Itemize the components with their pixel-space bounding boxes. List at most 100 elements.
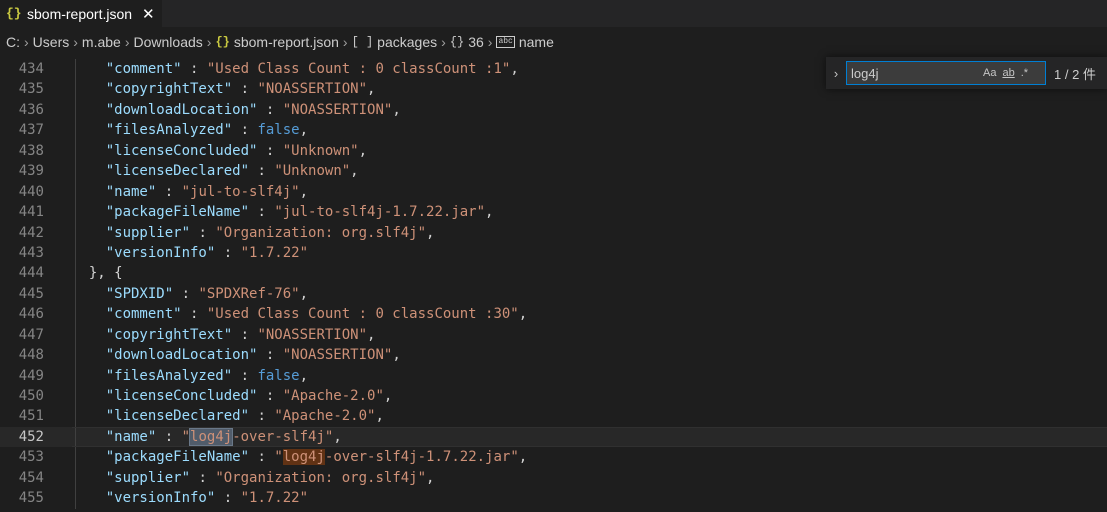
breadcrumb-separator-icon: ›	[124, 34, 130, 50]
breadcrumb-separator-icon: ›	[342, 34, 348, 50]
code-text: "versionInfo" : "1.7.22"	[105, 490, 309, 507]
breadcrumb-separator-icon: ›	[441, 34, 446, 50]
code-line[interactable]: 455 "versionInfo" : "1.7.22"	[0, 488, 1107, 509]
code-text: "comment" : "Used Class Count : 0 classC…	[105, 61, 519, 77]
code-line[interactable]: 443 "versionInfo" : "1.7.22"	[0, 242, 1107, 264]
code-text: "name" : "log4j-over-slf4j",	[105, 427, 342, 446]
code-line[interactable]: 442 "supplier" : "Organization: org.slf4…	[0, 222, 1107, 243]
breadcrumb-label: sbom-report.json	[233, 34, 339, 50]
line-number: 435	[18, 81, 44, 98]
code-text: "SPDXID" : "SPDXRef-76",	[105, 285, 309, 302]
breadcrumb-item[interactable]: Downloads	[134, 34, 203, 50]
breadcrumb-item[interactable]: {} 36	[450, 34, 484, 50]
code-text: }, {	[88, 265, 123, 282]
line-number: 443	[18, 244, 44, 261]
breadcrumb-separator-icon: ›	[487, 34, 493, 50]
line-number: 438	[18, 142, 44, 159]
code-text: "licenseDeclared" : "Unknown",	[105, 163, 359, 180]
line-number: 448	[18, 347, 44, 364]
line-number: 446	[18, 306, 44, 323]
code-text: "comment" : "Used Class Count : 0 classC…	[105, 306, 528, 323]
search-match: log4j	[189, 427, 234, 446]
tab-bar: {} sbom-report.json ✕	[0, 0, 1107, 27]
code-line[interactable]: 453 "packageFileName" : "log4j-over-slf4…	[0, 447, 1107, 468]
code-text: "packageFileName" : "jul-to-slf4j-1.7.22…	[105, 204, 494, 221]
line-number: 454	[18, 469, 44, 486]
code-line[interactable]: 446 "comment" : "Used Class Count : 0 cl…	[0, 304, 1107, 325]
line-number: 453	[18, 449, 44, 466]
breadcrumb-label: Downloads	[133, 34, 203, 50]
find-input-box: Aa ab .*	[846, 61, 1046, 85]
whole-word-icon[interactable]: ab	[1002, 67, 1014, 79]
line-number: 449	[18, 367, 44, 384]
object-icon: {}	[449, 35, 465, 49]
line-number: 445	[18, 285, 44, 302]
code-text: "copyrightText" : "NOASSERTION",	[105, 326, 376, 343]
code-text: "supplier" : "Organization: org.slf4j",	[105, 469, 435, 486]
code-text: "versionInfo" : "1.7.22"	[105, 244, 309, 261]
breadcrumb-item[interactable]: Users	[33, 34, 70, 50]
code-text: "filesAnalyzed" : false,	[105, 367, 309, 384]
code-editor[interactable]: 434 "comment" : "Used Class Count : 0 cl…	[0, 59, 1107, 512]
line-number: 441	[18, 204, 44, 221]
line-number: 442	[18, 224, 44, 241]
breadcrumb-label: packages	[377, 34, 438, 50]
breadcrumb-item[interactable]: abc name	[496, 34, 554, 50]
code-line[interactable]: 438 "licenseConcluded" : "Unknown",	[0, 140, 1107, 162]
code-line[interactable]: 451 "licenseDeclared" : "Apache-2.0",	[0, 406, 1107, 427]
code-text: "name" : "jul-to-slf4j",	[105, 183, 309, 200]
editor-tab[interactable]: {} sbom-report.json ✕	[0, 0, 162, 27]
tab-label: sbom-report.json	[27, 5, 133, 22]
json-file-icon: {}	[215, 35, 230, 49]
breadcrumb-separator-icon: ›	[73, 34, 78, 50]
close-icon[interactable]: ✕	[142, 5, 155, 23]
code-text: "licenseConcluded" : "Unknown",	[105, 142, 368, 159]
breadcrumb-separator-icon: ›	[24, 34, 29, 50]
code-text: "supplier" : "Organization: org.slf4j",	[105, 224, 435, 241]
find-input[interactable]	[847, 65, 977, 81]
code-line[interactable]: 439 "licenseDeclared" : "Unknown",	[0, 161, 1107, 182]
match-case-icon[interactable]: Aa	[983, 67, 996, 79]
line-number: 440	[18, 183, 44, 200]
breadcrumb-item[interactable]: {} sbom-report.json	[215, 34, 338, 50]
regex-icon[interactable]: .*	[1021, 67, 1028, 79]
breadcrumb-label: 36	[468, 34, 484, 50]
line-number: 451	[18, 408, 44, 425]
code-text: "downloadLocation" : "NOASSERTION",	[105, 347, 401, 364]
code-text: "packageFileName" : "log4j-over-slf4j-1.…	[105, 449, 528, 466]
breadcrumb-label: m.abe	[81, 34, 121, 50]
breadcrumb-separator-icon: ›	[206, 34, 212, 50]
code-line[interactable]: 444 }, {	[0, 263, 1107, 284]
code-line[interactable]: 437 "filesAnalyzed" : false,	[0, 120, 1107, 141]
line-number: 455	[18, 490, 44, 507]
breadcrumb-item[interactable]: [ ] packages	[352, 34, 438, 50]
code-line[interactable]: 448 "downloadLocation" : "NOASSERTION",	[0, 345, 1107, 366]
line-number: 452	[18, 428, 44, 445]
code-line[interactable]: 440 "name" : "jul-to-slf4j",	[0, 181, 1107, 203]
code-line[interactable]: 436 "downloadLocation" : "NOASSERTION",	[0, 99, 1107, 121]
code-line[interactable]: 447 "copyrightText" : "NOASSERTION",	[0, 324, 1107, 346]
line-number: 436	[18, 101, 44, 118]
line-number: 434	[18, 61, 44, 77]
toggle-replace-chevron-icon[interactable]: ›	[826, 66, 846, 81]
code-text: "licenseConcluded" : "Apache-2.0",	[105, 388, 393, 404]
breadcrumb-label: C:	[6, 34, 20, 50]
code-line[interactable]: 445 "SPDXID" : "SPDXRef-76",	[0, 283, 1107, 305]
breadcrumb-item[interactable]: m.abe	[82, 34, 121, 50]
code-line[interactable]: 441 "packageFileName" : "jul-to-slf4j-1.…	[0, 202, 1107, 223]
code-line[interactable]: 454 "supplier" : "Organization: org.slf4…	[0, 467, 1107, 489]
code-text: "filesAnalyzed" : false,	[105, 122, 309, 139]
string-icon: abc	[496, 36, 515, 48]
code-line[interactable]: 452 "name" : "log4j-over-slf4j",	[0, 426, 1107, 448]
breadcrumb-label: Users	[32, 34, 70, 50]
line-number: 450	[18, 388, 44, 404]
breadcrumb-item[interactable]: C:	[6, 34, 20, 50]
line-number: 447	[18, 326, 44, 343]
find-widget: › Aa ab .* 1 / 2 件	[826, 57, 1107, 89]
code-text: "copyrightText" : "NOASSERTION",	[105, 81, 376, 98]
code-line[interactable]: 449 "filesAnalyzed" : false,	[0, 365, 1107, 386]
breadcrumb-label: name	[518, 34, 554, 50]
breadcrumb: C: › Users › m.abe › Downloads ›{} sbom-report.j…	[0, 30, 1107, 54]
code-line[interactable]: 450 "licenseConcluded" : "Apache-2.0",	[0, 386, 1107, 407]
code-text: "downloadLocation" : "NOASSERTION",	[105, 101, 401, 118]
